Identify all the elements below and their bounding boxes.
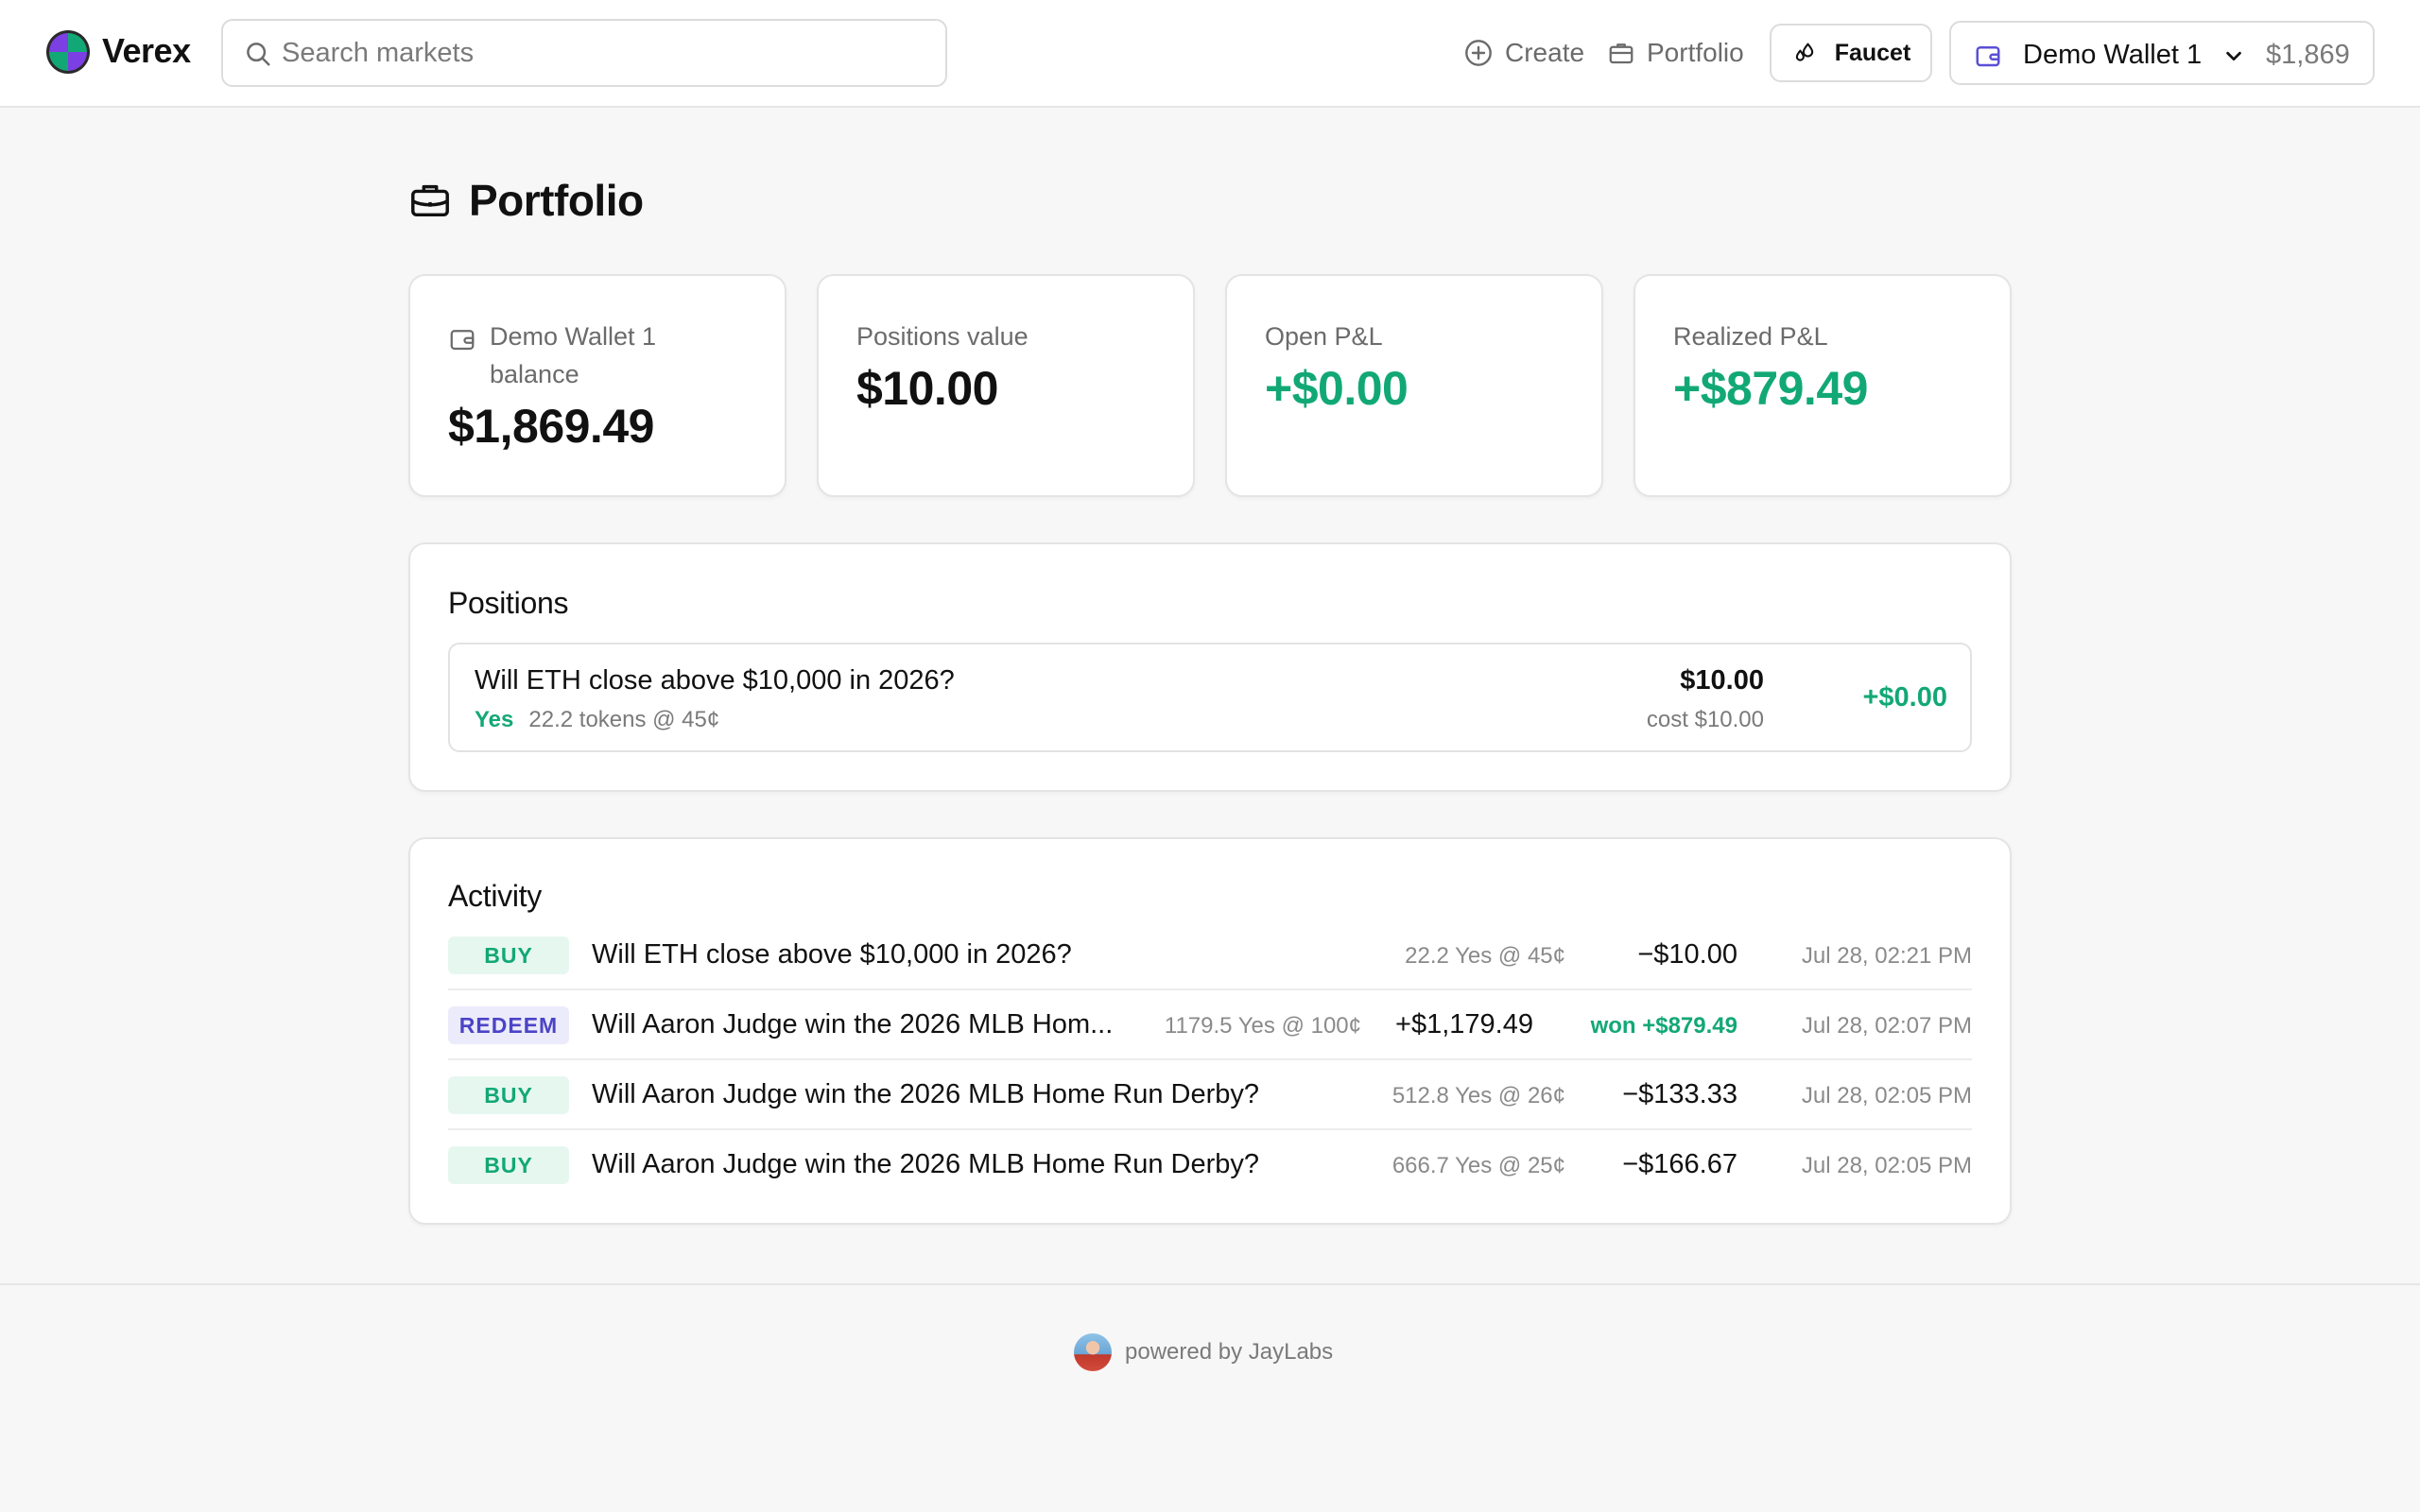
wallet-name: Demo Wallet 1 (2023, 40, 2203, 70)
activity-fill: 22.2 Yes @ 45¢ (1405, 943, 1565, 969)
create-link[interactable]: Create (1463, 28, 1584, 77)
activity-section: Activity BUY Will ETH close above $10,00… (408, 837, 2012, 1225)
positions-value-label: Positions value (856, 322, 1028, 351)
page-title: Portfolio (469, 176, 644, 225)
activity-time: Jul 28, 02:05 PM (1801, 1083, 1972, 1108)
position-value: $10.00 (1680, 665, 1764, 696)
powered-by-text: powered by JayLabs (1125, 1339, 1334, 1365)
activity-fill: 512.8 Yes @ 26¢ (1392, 1083, 1565, 1108)
page-header: Portfolio (408, 172, 644, 229)
realized-pnl-value: +$879.49 (1673, 362, 1868, 415)
activity-type-badge: REDEEM (448, 1006, 569, 1044)
position-pnl: +$0.00 (1862, 682, 1947, 713)
brand-name[interactable]: Verex (102, 30, 191, 72)
activity-type-badge: BUY (448, 1146, 569, 1184)
droplets-icon (1795, 43, 1813, 61)
activity-type-badge: BUY (448, 936, 569, 974)
position-side: Yes (475, 707, 514, 732)
faucet-button[interactable]: Faucet (1770, 24, 1932, 82)
balance-card: Demo Wallet 1 balance $1,869.49 (408, 274, 786, 497)
activity-title: Activity (448, 879, 542, 913)
wallet-icon (1976, 46, 2000, 67)
position-details: Yes 22.2 tokens @ 45¢ (475, 707, 719, 733)
briefcase-icon (411, 184, 449, 217)
chevron-down-icon[interactable] (2223, 45, 2244, 66)
positions-value-card: Positions value $10.00 (817, 274, 1195, 497)
balance-value: $1,869.49 (448, 400, 654, 453)
portfolio-link[interactable]: Portfolio (1607, 28, 1744, 77)
activity-row[interactable]: BUY Will Aaron Judge win the 2026 MLB Ho… (448, 1130, 1972, 1200)
activity-won: won +$879.49 (1590, 1013, 1737, 1039)
activity-row[interactable]: BUY Will ETH close above $10,000 in 2026… (448, 920, 1972, 990)
powered-by-link[interactable]: powered by JayLabs (1074, 1332, 1333, 1372)
position-row[interactable]: Will ETH close above $10,000 in 2026? Ye… (448, 643, 1972, 752)
activity-question[interactable]: Will Aaron Judge win the 2026 MLB Hom... (592, 1009, 1113, 1040)
open-pnl-card: Open P&L +$0.00 (1225, 274, 1603, 497)
activity-amount: −$133.33 (1622, 1079, 1737, 1109)
avatar (1074, 1333, 1112, 1371)
verex-logo[interactable] (45, 29, 91, 75)
wallet-icon (450, 330, 475, 351)
activity-question[interactable]: Will Aaron Judge win the 2026 MLB Home R… (592, 1149, 1259, 1180)
activity-amount: −$166.67 (1622, 1149, 1737, 1179)
search-box[interactable] (221, 19, 947, 87)
search-input[interactable] (282, 34, 925, 72)
activity-question[interactable]: Will Aaron Judge win the 2026 MLB Home R… (592, 1079, 1259, 1110)
positions-title: Positions (448, 586, 569, 620)
faucet-label: Faucet (1834, 39, 1911, 66)
activity-row[interactable]: REDEEM Will Aaron Judge win the 2026 MLB… (448, 990, 1972, 1060)
portfolio-label: Portfolio (1647, 38, 1744, 67)
activity-question[interactable]: Will ETH close above $10,000 in 2026? (592, 939, 1072, 971)
top-bar: Verex Create Portfolio Faucet Demo Walle… (0, 0, 2420, 108)
activity-time: Jul 28, 02:21 PM (1801, 943, 1972, 969)
activity-type-badge: BUY (448, 1076, 569, 1114)
positions-value: $10.00 (856, 362, 998, 415)
briefcase-icon (1609, 43, 1634, 64)
activity-time: Jul 28, 02:05 PM (1801, 1153, 1972, 1178)
activity-fill: 666.7 Yes @ 25¢ (1392, 1153, 1565, 1178)
activity-amount: +$1,179.49 (1395, 1009, 1533, 1040)
wallet-selector[interactable]: Demo Wallet 1 $1,869 (1949, 21, 2375, 85)
search-icon (247, 43, 270, 66)
realized-pnl-card: Realized P&L +$879.49 (1634, 274, 2012, 497)
realized-pnl-label: Realized P&L (1673, 322, 1828, 351)
plus-circle-icon (1465, 40, 1492, 66)
position-tokens: 22.2 tokens @ 45¢ (528, 707, 720, 732)
open-pnl-label: Open P&L (1265, 322, 1383, 351)
activity-row[interactable]: BUY Will Aaron Judge win the 2026 MLB Ho… (448, 1060, 1972, 1130)
activity-fill: 1179.5 Yes @ 100¢ (1164, 1013, 1361, 1039)
wallet-balance: $1,869 (2266, 40, 2350, 70)
footer: powered by JayLabs (0, 1283, 2420, 1512)
open-pnl-value: +$0.00 (1265, 362, 1409, 415)
positions-section: Positions Will ETH close above $10,000 i… (408, 542, 2012, 792)
activity-time: Jul 28, 02:07 PM (1801, 1013, 1972, 1039)
activity-amount: −$10.00 (1637, 939, 1737, 970)
create-label: Create (1505, 38, 1585, 67)
balance-label: Demo Wallet 1 balance (490, 322, 657, 388)
position-question: Will ETH close above $10,000 in 2026? (475, 665, 955, 696)
position-cost: cost $10.00 (1646, 707, 1764, 732)
